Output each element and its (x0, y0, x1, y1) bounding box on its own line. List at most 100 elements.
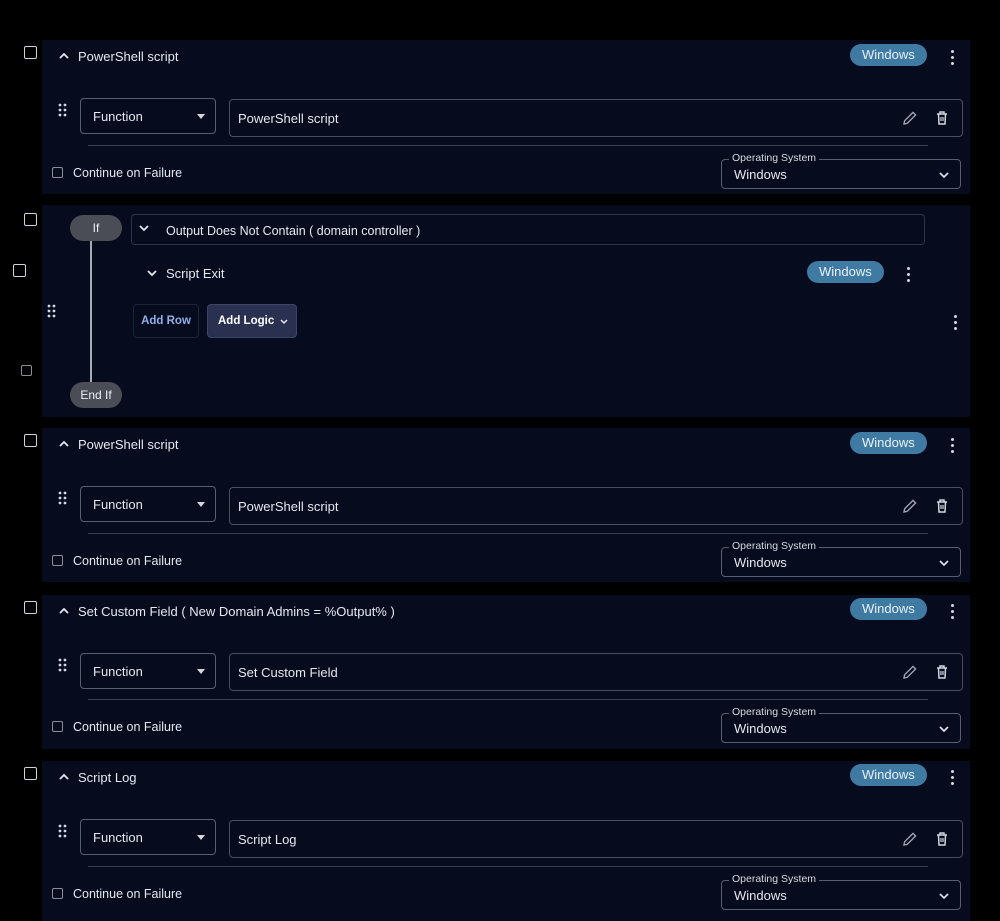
step-type-select[interactable]: Function (80, 98, 216, 134)
step-type-select[interactable]: Function (80, 653, 216, 689)
step-name-field[interactable]: Script Log (229, 820, 963, 858)
trash-icon[interactable] (933, 830, 951, 848)
os-badge: Windows (807, 261, 884, 283)
add-logic-label: Add Logic (218, 315, 275, 327)
step-title: Set Custom Field ( New Domain Admins = %… (78, 604, 395, 619)
step-divider (88, 533, 928, 534)
operating-system-legend: Operating System (729, 540, 820, 552)
trash-icon[interactable] (933, 663, 951, 681)
end-if-pill[interactable]: End If (70, 382, 122, 408)
step-divider (88, 699, 928, 700)
os-badge: Windows (850, 764, 927, 786)
step-name-value: Set Custom Field (238, 665, 338, 680)
logic-select-checkbox[interactable] (24, 213, 37, 226)
chevron-up-icon[interactable] (56, 603, 72, 619)
step-card: PowerShell script Windows Function Power… (42, 40, 970, 194)
os-badge: Windows (850, 44, 927, 66)
chevron-down-icon[interactable] (144, 265, 160, 281)
step-divider (88, 866, 928, 867)
os-badge: Windows (850, 432, 927, 454)
chevron-up-icon[interactable] (56, 48, 72, 64)
operating-system-value: Windows (734, 555, 787, 570)
operating-system-value: Windows (734, 167, 787, 182)
drag-handle-icon[interactable] (58, 491, 68, 505)
step-name-field[interactable]: PowerShell script (229, 99, 963, 137)
chevron-down-icon (939, 893, 949, 900)
kebab-menu-icon[interactable] (954, 315, 958, 333)
continue-on-failure-checkbox[interactable] (52, 721, 63, 732)
continue-on-failure-checkbox[interactable] (52, 888, 63, 899)
chevron-down-icon (939, 172, 949, 179)
step-name-value: PowerShell script (238, 499, 339, 514)
kebab-menu-icon[interactable] (951, 604, 955, 622)
caret-down-icon (197, 669, 205, 674)
continue-on-failure-checkbox[interactable] (52, 555, 63, 566)
step-card: PowerShell script Windows Function Power… (42, 428, 970, 582)
drag-handle-icon[interactable] (58, 824, 68, 838)
operating-system-select[interactable]: Operating System Windows (721, 152, 961, 189)
kebab-menu-icon[interactable] (951, 438, 955, 456)
operating-system-select[interactable]: Operating System Windows (721, 706, 961, 743)
drag-handle-icon[interactable] (47, 304, 57, 318)
continue-on-failure-label: Continue on Failure (73, 720, 183, 734)
add-logic-button[interactable]: Add Logic (207, 304, 297, 338)
step-title: PowerShell script (78, 49, 179, 64)
caret-down-icon (197, 114, 205, 119)
operating-system-select[interactable]: Operating System Windows (721, 540, 961, 577)
step-title: Script Log (78, 770, 137, 785)
step-select-checkbox[interactable] (24, 46, 37, 59)
operating-system-select[interactable]: Operating System Windows (721, 873, 961, 910)
kebab-menu-icon[interactable] (951, 50, 955, 68)
pencil-icon[interactable] (901, 663, 919, 681)
step-type-value: Function (93, 830, 143, 845)
logic-row-checkbox[interactable] (13, 264, 26, 277)
add-row-button[interactable]: Add Row (133, 304, 199, 338)
operating-system-legend: Operating System (729, 152, 820, 164)
step-select-checkbox[interactable] (24, 601, 37, 614)
step-name-value: PowerShell script (238, 111, 339, 126)
operating-system-value: Windows (734, 721, 787, 736)
step-type-select[interactable]: Function (80, 819, 216, 855)
kebab-menu-icon[interactable] (951, 770, 955, 788)
chevron-down-icon (280, 319, 288, 325)
os-badge: Windows (850, 598, 927, 620)
continue-on-failure-label: Continue on Failure (73, 554, 183, 568)
condition-row[interactable]: Output Does Not Contain ( domain control… (131, 214, 925, 245)
caret-down-icon (197, 502, 205, 507)
operating-system-legend: Operating System (729, 873, 820, 885)
step-divider (88, 145, 928, 146)
step-card: Script Log Windows Function Script Log C… (42, 761, 970, 921)
operating-system-legend: Operating System (729, 706, 820, 718)
kebab-menu-icon[interactable] (907, 267, 911, 285)
step-type-value: Function (93, 109, 143, 124)
condition-text: Output Does Not Contain ( domain control… (166, 224, 421, 238)
pencil-icon[interactable] (901, 109, 919, 127)
operating-system-value: Windows (734, 888, 787, 903)
pencil-icon[interactable] (901, 497, 919, 515)
step-select-checkbox[interactable] (24, 767, 37, 780)
drag-handle-icon[interactable] (58, 103, 68, 117)
step-card: Set Custom Field ( New Domain Admins = %… (42, 595, 970, 749)
step-title: PowerShell script (78, 437, 179, 452)
drag-handle-icon[interactable] (58, 658, 68, 672)
if-pill[interactable]: If (70, 215, 122, 241)
step-type-value: Function (93, 497, 143, 512)
pencil-icon[interactable] (901, 830, 919, 848)
chevron-up-icon[interactable] (56, 436, 72, 452)
continue-on-failure-label: Continue on Failure (73, 166, 183, 180)
if-connector-line (90, 235, 92, 383)
chevron-up-icon[interactable] (56, 769, 72, 785)
chevron-down-icon (939, 560, 949, 567)
continue-on-failure-checkbox[interactable] (52, 167, 63, 178)
continue-on-failure-label: Continue on Failure (73, 887, 183, 901)
chevron-down-icon (939, 726, 949, 733)
logic-end-checkbox[interactable] (21, 365, 32, 376)
step-type-select[interactable]: Function (80, 486, 216, 522)
step-name-field[interactable]: Set Custom Field (229, 653, 963, 691)
nested-step-title: Script Exit (166, 266, 225, 281)
step-select-checkbox[interactable] (24, 434, 37, 447)
trash-icon[interactable] (933, 497, 951, 515)
chevron-down-icon[interactable] (136, 220, 152, 236)
step-name-field[interactable]: PowerShell script (229, 487, 963, 525)
trash-icon[interactable] (933, 109, 951, 127)
